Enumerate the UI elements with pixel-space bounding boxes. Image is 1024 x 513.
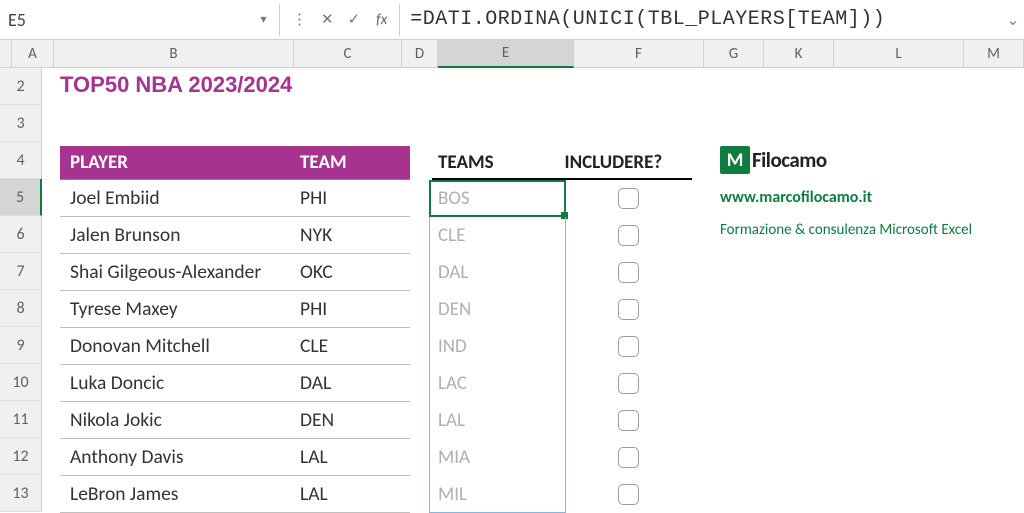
col-header-B[interactable]: B [54, 40, 294, 68]
table-row[interactable]: Luka DoncicDAL [60, 365, 410, 402]
list-item[interactable]: MIA [432, 439, 692, 476]
row-header-3[interactable]: 3 [0, 105, 42, 142]
name-box[interactable]: ▾ [0, 4, 280, 36]
cancel-icon[interactable]: ✕ [321, 10, 334, 29]
list-item[interactable]: LAC [432, 365, 692, 402]
list-item[interactable]: DAL [432, 254, 692, 291]
col-header-M[interactable]: M [964, 40, 1024, 68]
list-item[interactable]: BOS [432, 180, 692, 217]
confirm-icon[interactable]: ✓ [348, 10, 361, 29]
name-box-input[interactable] [8, 9, 256, 31]
players-table: PLAYER TEAM Joel EmbiidPHIJalen BrunsonN… [60, 146, 410, 513]
page-title: TOP50 NBA 2023/2024 [60, 72, 292, 98]
teams-header: TEAMS INCLUDERE? [432, 146, 692, 180]
col-header-A[interactable]: A [12, 40, 54, 68]
sheet-area[interactable]: TOP50 NBA 2023/2024 PLAYER TEAM Joel Emb… [42, 68, 1024, 512]
formula-input[interactable]: =DATI.ORDINA(UNICI(TBL_PLAYERS[TEAM])) [399, 4, 1002, 36]
row-header-2[interactable]: 2 [0, 68, 42, 105]
row-headers: 2345678910111213 [0, 68, 42, 512]
table-row[interactable]: Donovan MitchellCLE [60, 328, 410, 365]
column-headers: ABCDEFGKLM [0, 40, 1024, 68]
chevron-down-icon[interactable]: ▾ [256, 12, 271, 27]
row-header-7[interactable]: 7 [0, 253, 42, 290]
list-item[interactable]: MIL [432, 476, 692, 513]
fx-controls: ⋮ ✕ ✓ fx [280, 10, 399, 29]
table-row[interactable]: Joel EmbiidPHI [60, 180, 410, 217]
checkbox[interactable] [618, 373, 639, 394]
row-header-10[interactable]: 10 [0, 364, 42, 401]
list-item[interactable]: CLE [432, 217, 692, 254]
row-header-4[interactable]: 4 [0, 142, 42, 179]
fx-icon[interactable]: fx [376, 11, 387, 29]
col-header-G[interactable]: G [704, 40, 764, 68]
row-header-11[interactable]: 11 [0, 401, 42, 438]
table-row[interactable]: Jalen BrunsonNYK [60, 217, 410, 254]
table-row[interactable]: Shai Gilgeous-AlexanderOKC [60, 254, 410, 291]
checkbox[interactable] [618, 262, 639, 283]
teams-table: TEAMS INCLUDERE? BOSCLEDALDENINDLACLALMI… [432, 146, 692, 513]
col-header-F[interactable]: F [574, 40, 704, 68]
row-header-12[interactable]: 12 [0, 438, 42, 475]
list-item[interactable]: LAL [432, 402, 692, 439]
col-header-D[interactable]: D [402, 40, 438, 68]
table-row[interactable]: Anthony DavisLAL [60, 439, 410, 476]
logo: M Filocamo [720, 146, 972, 174]
col-header-L[interactable]: L [834, 40, 964, 68]
table-row[interactable]: Tyrese MaxeyPHI [60, 291, 410, 328]
checkbox[interactable] [618, 336, 639, 357]
checkbox[interactable] [618, 188, 639, 209]
row-header-5[interactable]: 5 [0, 179, 42, 216]
list-item[interactable]: IND [432, 328, 692, 365]
checkbox[interactable] [618, 299, 639, 320]
list-item[interactable]: DEN [432, 291, 692, 328]
formula-bar: ▾ ⋮ ✕ ✓ fx =DATI.ORDINA(UNICI(TBL_PLAYER… [0, 0, 1024, 40]
expand-icon[interactable]: ⌄ [1002, 10, 1024, 30]
row-header-13[interactable]: 13 [0, 475, 42, 512]
row-header-6[interactable]: 6 [0, 216, 42, 253]
table-row[interactable]: Nikola JokicDEN [60, 402, 410, 439]
col-header-K[interactable]: K [764, 40, 834, 68]
brand-tagline: Formazione & consulenza Microsoft Excel [720, 221, 972, 239]
brand-url[interactable]: www.marcofilocamo.it [720, 188, 972, 207]
brand-block: M Filocamo www.marcofilocamo.it Formazio… [720, 146, 972, 239]
checkbox[interactable] [618, 225, 639, 246]
checkbox[interactable] [618, 410, 639, 431]
checkbox[interactable] [618, 447, 639, 468]
spreadsheet-grid[interactable]: ABCDEFGKLM 2345678910111213 TOP50 NBA 20… [0, 40, 1024, 512]
row-header-9[interactable]: 9 [0, 327, 42, 364]
players-header: PLAYER TEAM [60, 146, 410, 180]
table-row[interactable]: LeBron JamesLAL [60, 476, 410, 513]
row-header-8[interactable]: 8 [0, 290, 42, 327]
col-header-C[interactable]: C [294, 40, 402, 68]
col-header-E[interactable]: E [438, 40, 574, 68]
select-all-corner[interactable] [0, 40, 12, 68]
checkbox[interactable] [618, 484, 639, 505]
